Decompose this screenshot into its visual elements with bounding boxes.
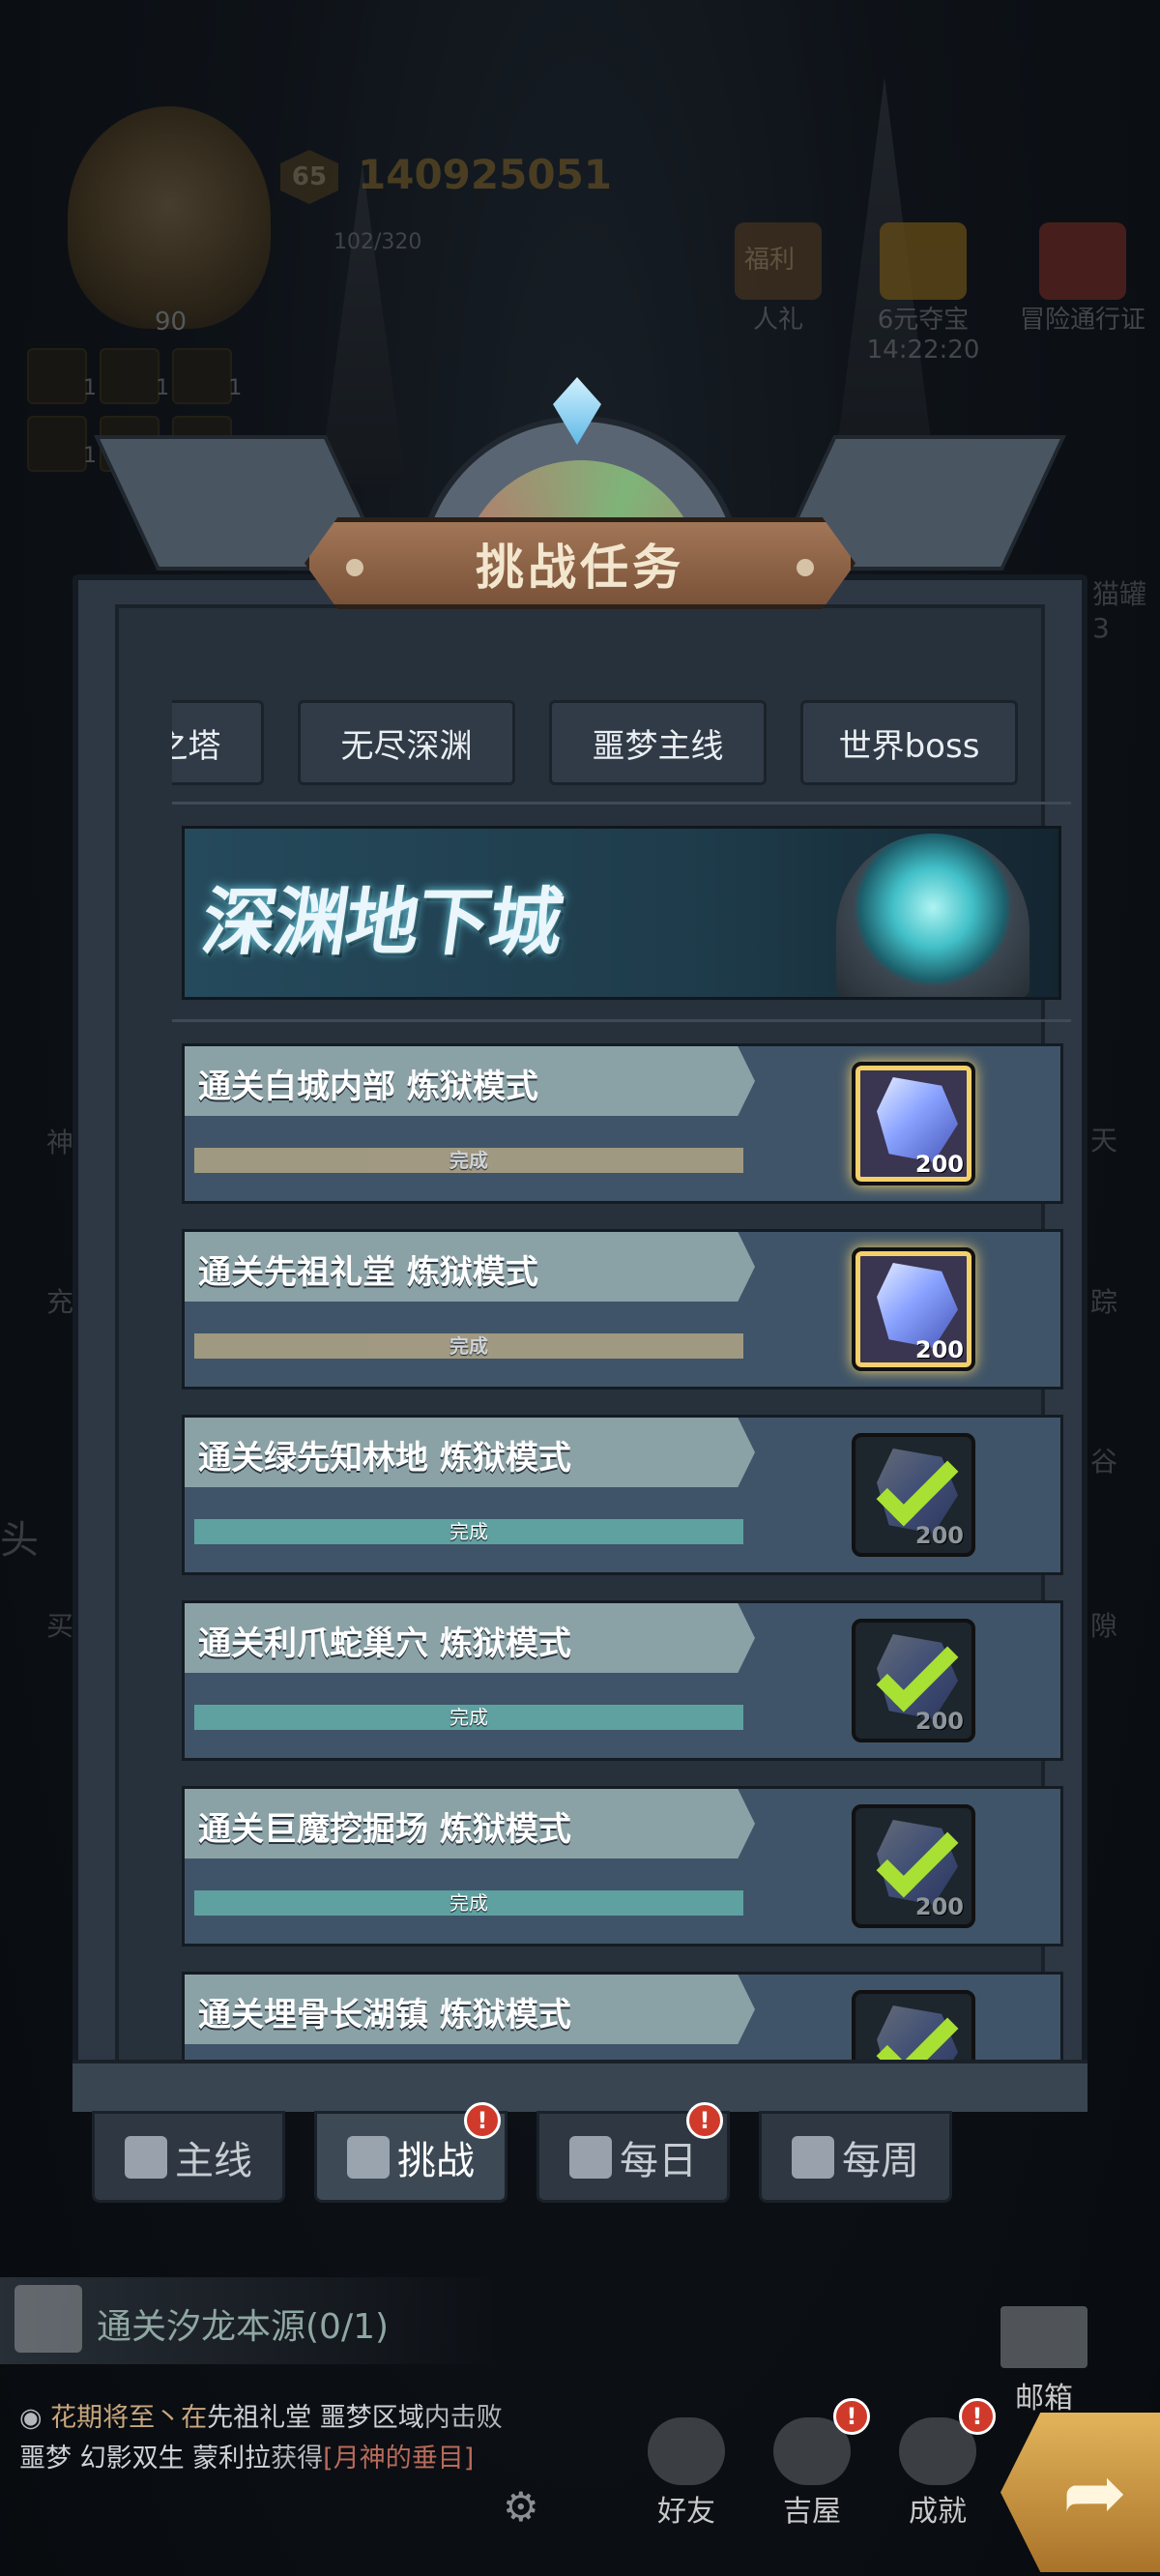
chat-item-link[interactable]: [月神的垂目] [323, 2444, 474, 2474]
reward-qty: 200 [914, 1893, 964, 1920]
tab-label: 噩梦主线 [592, 726, 724, 766]
tab-label: 猫月之塔 [172, 726, 221, 766]
progress-bar: 完成 [194, 1890, 743, 1916]
progress-bar: 完成 [194, 1148, 743, 1173]
progress-label: 完成 [450, 1520, 488, 1543]
progress-label: 完成 [450, 1706, 488, 1729]
tab-moon-tower[interactable]: 猫月之塔 [172, 700, 264, 785]
task-list[interactable]: 通关白城内部 炼狱模式 完成 200 通关先祖礼堂 炼狱模式 完成 200 通关… [182, 1043, 1063, 2078]
bottom-nav-label: 成就 [909, 2495, 967, 2529]
tab-label: 无尽深渊 [340, 726, 473, 766]
claim-reward-button[interactable]: 200 [852, 1062, 975, 1186]
task-title: 通关先祖礼堂 炼狱模式 [185, 1232, 755, 1302]
quest-scroll-icon [14, 2285, 82, 2353]
divider [172, 1019, 1071, 1022]
mode-tab-label: 挑战 [397, 2138, 475, 2183]
task-row: 通关绿先知林地 炼狱模式 完成 200 [182, 1415, 1063, 1575]
challenge-task-panel: 猫月之塔 无尽深渊 噩梦主线 世界boss 深渊地下城 通关白城内部 炼狱模式 … [72, 574, 1088, 2112]
progress-label: 完成 [450, 1149, 488, 1172]
share-arrow-icon: ➦ [1061, 2447, 1128, 2537]
chat-location: 先祖礼堂 噩梦区域 [207, 2403, 424, 2433]
tab-challenge[interactable]: 挑战 ! [314, 2102, 508, 2203]
mode-tabs: 主线 挑战 ! 每日 ! 每周 [92, 2102, 962, 2208]
banner-icon [347, 2135, 390, 2179]
alert-icon: ! [959, 2398, 996, 2435]
broadcast-icon: ◉ [19, 2403, 51, 2433]
banner-title: 深渊地下城 [196, 879, 567, 965]
progress-label: 完成 [450, 1334, 488, 1358]
banner-rivet [346, 559, 363, 576]
book-icon [792, 2135, 834, 2179]
gear-icon[interactable]: ⚙ [503, 2483, 539, 2531]
task-row: 通关巨魔挖掘场 炼狱模式 完成 200 [182, 1786, 1063, 1947]
progress-bar: 完成 [194, 1333, 743, 1359]
panel-title: 挑战任务 [476, 539, 684, 596]
claimed-reward: 200 [852, 1619, 975, 1742]
task-row: 通关白城内部 炼狱模式 完成 200 [182, 1043, 1063, 1204]
panel-frame-bottom [72, 2060, 1088, 2112]
progress-bar: 完成 [194, 1519, 743, 1544]
friends-button[interactable]: 好友 [628, 2417, 744, 2530]
task-title: 通关白城内部 炼狱模式 [185, 1046, 755, 1116]
chat-text: 获得 [271, 2444, 324, 2474]
title-banner: 挑战任务 [304, 517, 856, 609]
task-title: 通关巨魔挖掘场 炼狱模式 [185, 1789, 755, 1859]
divider [172, 802, 1071, 805]
house-button[interactable]: 吉屋 ! [754, 2398, 870, 2530]
category-tabs: 猫月之塔 无尽深渊 噩梦主线 世界boss [172, 700, 1081, 787]
claim-reward-button[interactable]: 200 [852, 1247, 975, 1371]
alert-icon: ! [686, 2102, 723, 2139]
calendar-icon [569, 2135, 612, 2179]
quest-tracker[interactable]: 通关汐龙本源(0/1) [0, 2277, 503, 2364]
mailbox-label: 邮箱 [1015, 2382, 1073, 2415]
task-row: 通关先祖礼堂 炼狱模式 完成 200 [182, 1229, 1063, 1390]
achievement-button[interactable]: 成就 ! [880, 2398, 996, 2530]
mail-icon [1000, 2306, 1088, 2368]
bottom-nav-label: 好友 [657, 2495, 715, 2529]
mode-tab-label: 每日 [620, 2138, 697, 2183]
reward-qty: 200 [914, 1522, 964, 1549]
quest-tracker-text: 通关汐龙本源(0/1) [97, 2307, 390, 2347]
tab-endless-abyss[interactable]: 无尽深渊 [298, 700, 515, 785]
friends-icon [648, 2417, 725, 2485]
task-title: 通关利爪蛇巢穴 炼狱模式 [185, 1603, 755, 1673]
panel-inner: 猫月之塔 无尽深渊 噩梦主线 世界boss 深渊地下城 通关白城内部 炼狱模式 … [115, 604, 1071, 2079]
reward-qty: 200 [914, 1708, 964, 1735]
tab-weekly[interactable]: 每周 [759, 2111, 952, 2203]
scroll-icon [125, 2135, 167, 2179]
abyss-dungeon-banner: 深渊地下城 [182, 826, 1061, 1000]
chat-enemies: 噩梦 幻影双生 蒙利拉 [19, 2444, 272, 2474]
tab-world-boss[interactable]: 世界boss [800, 700, 1018, 785]
alert-icon: ! [464, 2102, 501, 2139]
alert-icon: ! [833, 2398, 870, 2435]
tab-label: 世界boss [838, 726, 980, 766]
tab-main[interactable]: 主线 [92, 2111, 285, 2203]
task-row: 通关利爪蛇巢穴 炼狱模式 完成 200 [182, 1600, 1063, 1761]
chat-text: 内击败 [423, 2403, 503, 2433]
tab-daily[interactable]: 每日 ! [536, 2102, 730, 2203]
bottom-nav-label: 吉屋 [783, 2495, 841, 2529]
progress-label: 完成 [450, 1891, 488, 1915]
chat-player: 花期将至丶在 [50, 2403, 208, 2433]
claimed-reward: 200 [852, 1433, 975, 1557]
crystal-icon [877, 1077, 958, 1162]
mode-tab-label: 每周 [842, 2138, 919, 2183]
banner-rivet [797, 559, 814, 576]
chat-broadcast[interactable]: ◉ 花期将至丶在先祖礼堂 噩梦区域内击败噩梦 幻影双生 蒙利拉获得[月神的垂目] [19, 2398, 522, 2479]
progress-bar: 完成 [194, 1705, 743, 1730]
mode-tab-label: 主线 [175, 2138, 252, 2183]
mailbox-button[interactable]: 邮箱 [1000, 2306, 1088, 2416]
claimed-reward: 200 [852, 1804, 975, 1928]
crystal-icon [877, 1263, 958, 1348]
tab-nightmare-main[interactable]: 噩梦主线 [549, 700, 767, 785]
portal-icon [836, 834, 1030, 997]
reward-qty: 200 [914, 1151, 964, 1178]
task-title: 通关埋骨长湖镇 炼狱模式 [185, 1975, 755, 2044]
reward-qty: 200 [914, 1336, 964, 1363]
task-title: 通关绿先知林地 炼狱模式 [185, 1418, 755, 1487]
